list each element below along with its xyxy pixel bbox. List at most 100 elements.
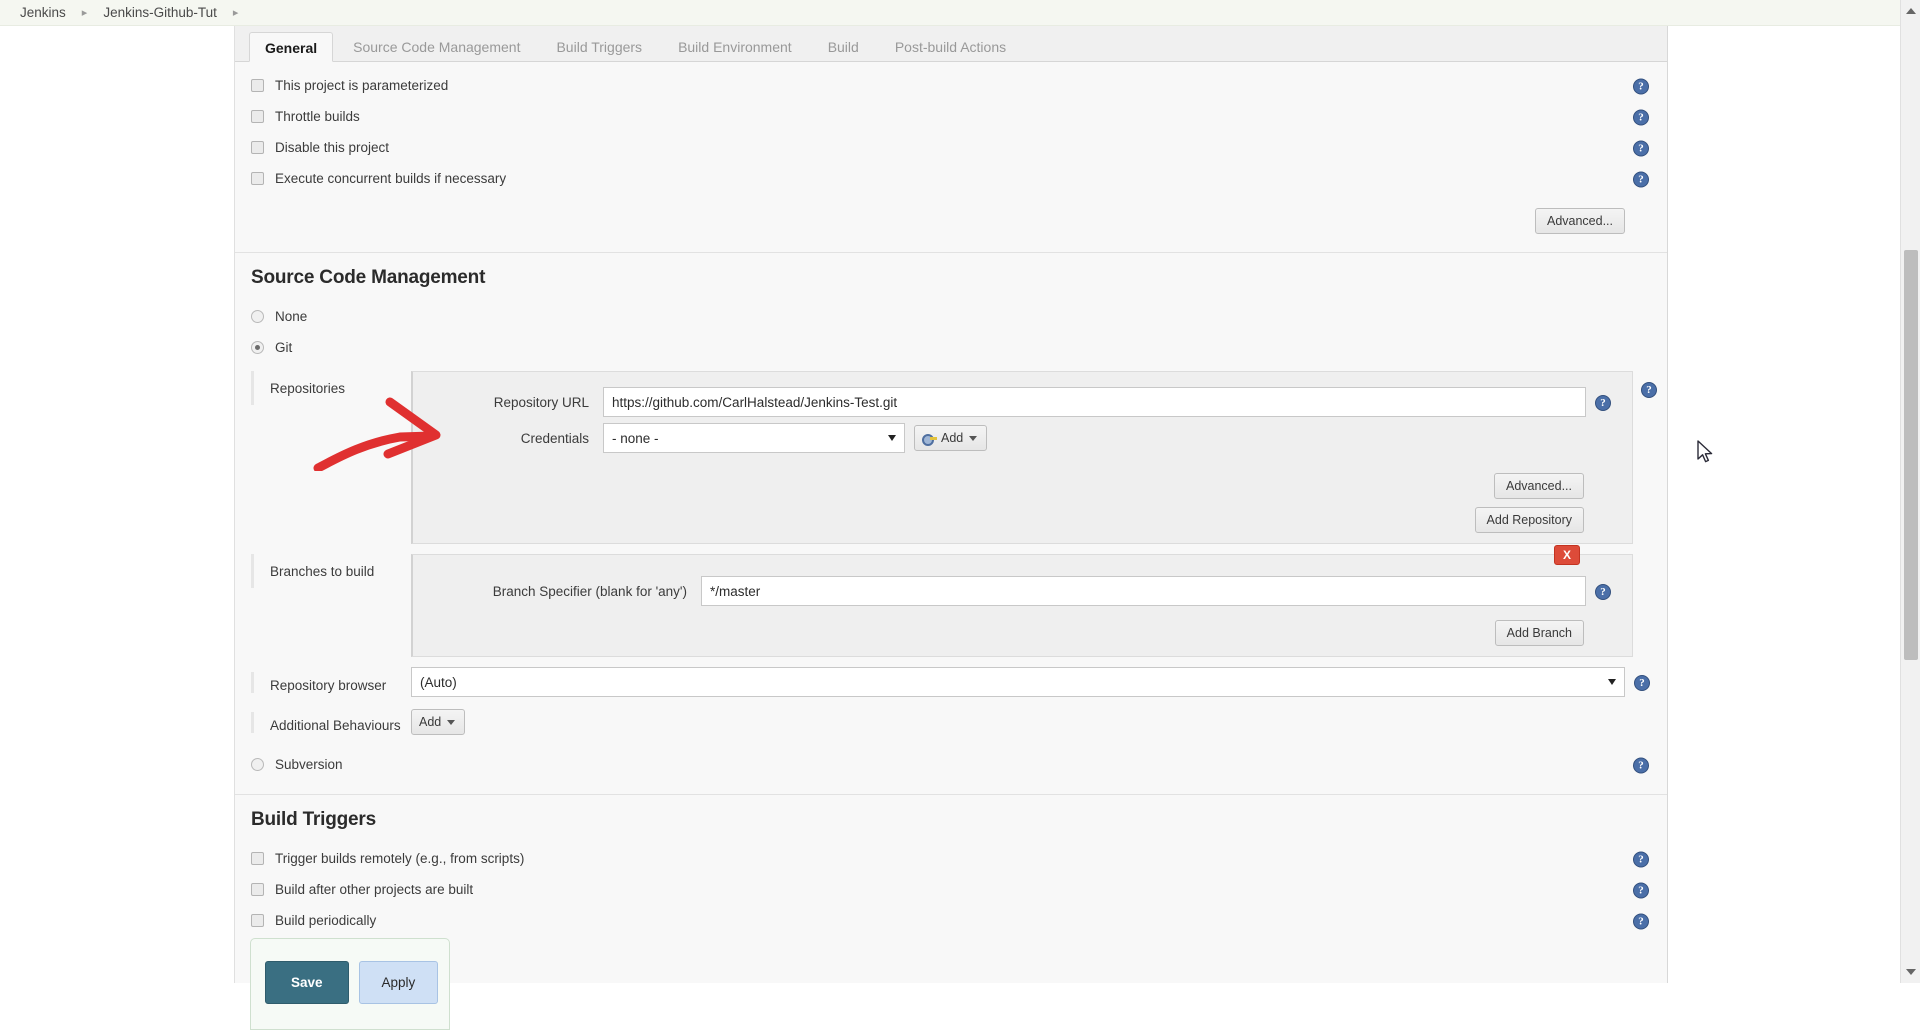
tab-source-code-management[interactable]: Source Code Management (337, 31, 536, 61)
breadcrumb-separator-icon: ▸ (81, 7, 88, 19)
scroll-up-arrow-icon[interactable] (1906, 8, 1916, 14)
setting-repositories: Repositories Repository URL ? Credential… (235, 371, 1667, 544)
setting-repository-browser: Repository browser (Auto) ? (235, 667, 1667, 697)
radio-scm-none[interactable] (251, 310, 264, 323)
label-branches-to-build: Branches to build (251, 554, 411, 588)
help-icon[interactable]: ? (1633, 882, 1649, 898)
key-icon (922, 433, 937, 446)
checkbox-project-parameterized[interactable] (251, 79, 264, 92)
section-title-build-triggers: Build Triggers (251, 809, 376, 830)
vertical-scrollbar[interactable] (1900, 0, 1920, 983)
select-repository-browser-value: (Auto) (420, 674, 457, 690)
help-icon[interactable]: ? (1633, 757, 1649, 773)
field-repository-url: Repository URL ? (413, 387, 1620, 417)
add-behaviour-button[interactable]: Add (411, 709, 466, 735)
help-icon[interactable]: ? (1633, 78, 1649, 94)
config-panel: General Source Code Management Build Tri… (234, 26, 1668, 983)
label-concurrent-builds[interactable]: Execute concurrent builds if necessary (275, 171, 506, 186)
setting-additional-behaviours: Additional Behaviours Add (235, 709, 1667, 735)
select-repository-browser[interactable]: (Auto) (411, 667, 1625, 697)
label-disable-project[interactable]: Disable this project (275, 140, 389, 155)
row-disable-project: Disable this project ? (235, 132, 1667, 163)
radio-scm-subversion[interactable] (251, 758, 264, 771)
form-action-bar: Save Apply (250, 938, 450, 1030)
label-repository-url: Repository URL (493, 394, 589, 410)
tab-build-environment[interactable]: Build Environment (662, 31, 808, 61)
label-project-parameterized[interactable]: This project is parameterized (275, 78, 448, 93)
help-icon[interactable]: ? (1633, 109, 1649, 125)
config-form: This project is parameterized ? Throttle… (235, 62, 1667, 983)
label-trigger-remotely[interactable]: Trigger builds remotely (e.g., from scri… (275, 851, 524, 866)
label-build-after-projects[interactable]: Build after other projects are built (275, 882, 473, 897)
help-icon[interactable]: ? (1633, 171, 1649, 187)
row-build-periodically: Build periodically ? (235, 905, 1667, 936)
label-repository-browser: Repository browser (251, 671, 411, 693)
label-build-periodically[interactable]: Build periodically (275, 913, 376, 928)
tab-build-triggers[interactable]: Build Triggers (540, 31, 658, 61)
general-advanced-button[interactable]: Advanced... (1534, 208, 1625, 234)
input-branch-specifier[interactable] (701, 576, 1586, 606)
row-concurrent-builds: Execute concurrent builds if necessary ? (235, 163, 1667, 194)
help-icon[interactable]: ? (1595, 394, 1611, 411)
help-icon[interactable]: ? (1633, 851, 1649, 867)
checkbox-throttle-builds[interactable] (251, 110, 264, 123)
label-scm-subversion[interactable]: Subversion (275, 757, 343, 772)
breadcrumb: Jenkins ▸ Jenkins-Github-Tut ▸ (0, 0, 1900, 26)
branch-panel: X Branch Specifier (blank for 'any') ? A… (411, 545, 1633, 657)
select-credentials[interactable]: - none - (603, 423, 905, 453)
checkbox-build-after-projects[interactable] (251, 883, 264, 896)
checkbox-disable-project[interactable] (251, 141, 264, 154)
radio-scm-git[interactable] (251, 341, 264, 354)
breadcrumb-item-jenkins[interactable]: Jenkins (18, 5, 68, 20)
delete-branch-button[interactable]: X (1554, 545, 1580, 565)
row-scm-subversion: Subversion ? (235, 749, 1667, 780)
breadcrumb-item-job[interactable]: Jenkins-Github-Tut (101, 5, 219, 20)
chevron-down-icon (888, 435, 896, 441)
scrollbar-thumb[interactable] (1904, 250, 1918, 660)
chevron-down-icon (1608, 679, 1616, 685)
checkbox-concurrent-builds[interactable] (251, 172, 264, 185)
label-branch-specifier: Branch Specifier (blank for 'any') (492, 583, 687, 599)
label-credentials: Credentials (520, 430, 589, 446)
row-scm-none: None (235, 301, 1667, 332)
checkbox-trigger-remotely[interactable] (251, 852, 264, 865)
row-trigger-remotely: Trigger builds remotely (e.g., from scri… (235, 843, 1667, 874)
add-branch-button[interactable]: Add Branch (1494, 620, 1584, 646)
caret-down-icon (969, 436, 978, 442)
label-throttle-builds[interactable]: Throttle builds (275, 109, 360, 124)
setting-branches: Branches to build X Branch Specifier (bl… (235, 545, 1667, 657)
help-icon[interactable]: ? (1595, 583, 1611, 600)
breadcrumb-separator-icon-2: ▸ (232, 7, 239, 19)
config-tab-bar: General Source Code Management Build Tri… (235, 26, 1667, 62)
row-throttle-builds: Throttle builds ? (235, 101, 1667, 132)
section-title-scm: Source Code Management (251, 267, 486, 288)
row-build-after-projects: Build after other projects are built ? (235, 874, 1667, 905)
add-credentials-label: Add (941, 431, 964, 445)
add-credentials-button[interactable]: Add (914, 425, 988, 451)
help-icon[interactable]: ? (1633, 913, 1649, 929)
add-behaviour-label: Add (419, 715, 442, 729)
tab-build[interactable]: Build (812, 31, 875, 61)
label-repositories: Repositories (251, 371, 411, 405)
add-repository-button[interactable]: Add Repository (1474, 507, 1584, 533)
help-icon[interactable]: ? (1633, 140, 1649, 156)
tab-general[interactable]: General (249, 32, 334, 62)
input-repository-url[interactable] (603, 387, 1586, 417)
field-branch-specifier: Branch Specifier (blank for 'any') ? (413, 576, 1620, 606)
page-body: General Source Code Management Build Tri… (0, 26, 1900, 1030)
tab-post-build-actions[interactable]: Post-build Actions (879, 31, 1022, 61)
repository-panel: Repository URL ? Credentials - none - (411, 371, 1633, 544)
label-scm-none[interactable]: None (275, 309, 307, 324)
field-credentials: Credentials - none - Add (413, 423, 1620, 453)
checkbox-build-periodically[interactable] (251, 914, 264, 927)
row-project-parameterized: This project is parameterized ? (235, 70, 1667, 101)
help-icon[interactable]: ? (1634, 674, 1650, 691)
label-scm-git[interactable]: Git (275, 340, 292, 355)
caret-down-icon (447, 720, 456, 726)
select-credentials-value: - none - (612, 430, 659, 446)
row-scm-git: Git (235, 332, 1667, 363)
repository-advanced-button[interactable]: Advanced... (1493, 473, 1584, 499)
scroll-down-arrow-icon[interactable] (1906, 969, 1916, 975)
label-additional-behaviours: Additional Behaviours (251, 711, 411, 733)
help-icon[interactable]: ? (1641, 382, 1657, 398)
